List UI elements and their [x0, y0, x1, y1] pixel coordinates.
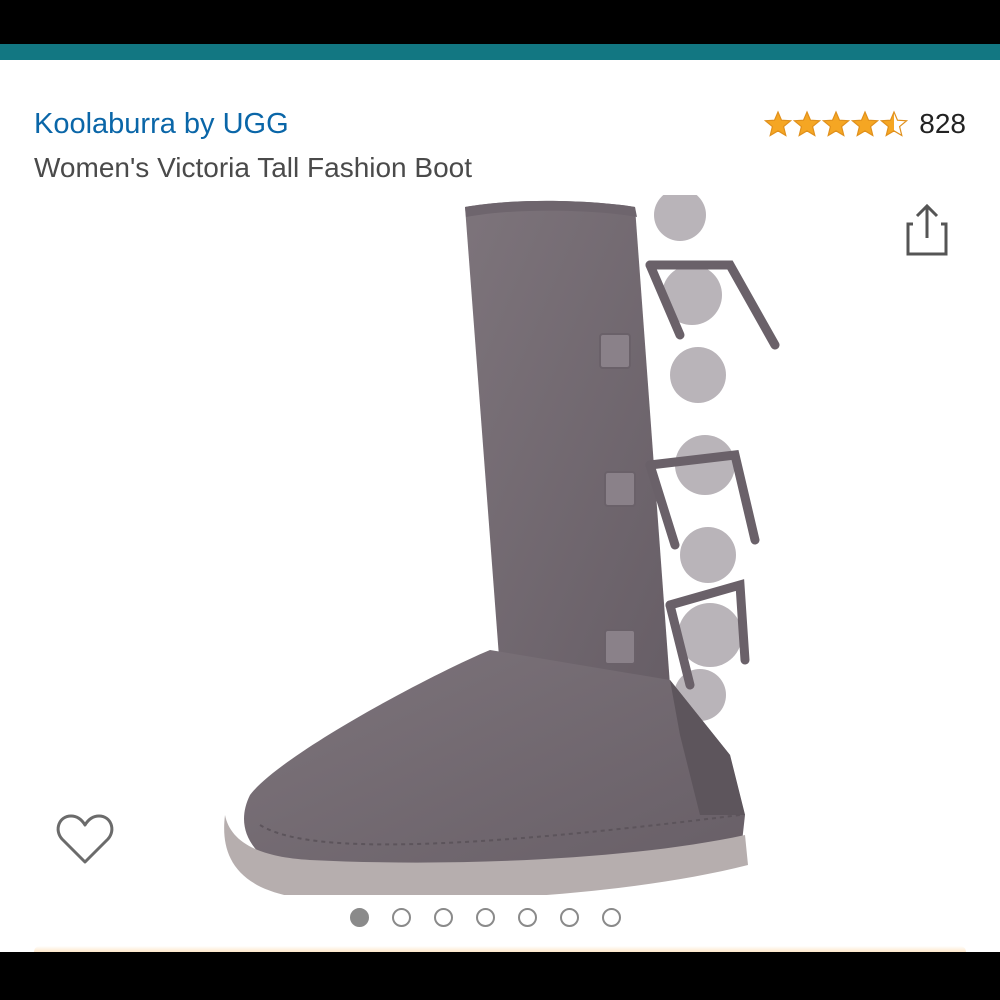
gallery-dot[interactable]: [476, 908, 495, 927]
gallery-dot[interactable]: [560, 908, 579, 927]
wishlist-button[interactable]: [56, 812, 114, 866]
gallery-dot[interactable]: [602, 908, 621, 927]
gallery-dot[interactable]: [350, 908, 369, 927]
share-button[interactable]: [904, 200, 950, 258]
brand-link[interactable]: Koolaburra by UGG: [34, 104, 289, 144]
share-icon: [906, 203, 948, 256]
star-icon: [793, 110, 822, 137]
gallery-dot[interactable]: [434, 908, 453, 927]
gallery-pagination: [350, 908, 621, 927]
heart-icon: [56, 814, 114, 864]
buy-box-edge: [34, 946, 966, 952]
product-image[interactable]: [200, 189, 780, 902]
rating-stars: [764, 110, 909, 138]
header-accent-bar: [0, 44, 1000, 60]
rating-summary[interactable]: 828: [764, 104, 966, 144]
product-title: Women's Victoria Tall Fashion Boot: [34, 152, 473, 183]
screen: Koolaburra by UGG Women's Victoria Tall …: [0, 0, 1000, 1000]
product-detail-panel: Koolaburra by UGG Women's Victoria Tall …: [0, 60, 1000, 952]
star-icon: [822, 110, 851, 137]
gallery-dot[interactable]: [518, 908, 537, 927]
star-icon: [851, 110, 880, 137]
star-icon: [880, 110, 909, 137]
gallery-dot[interactable]: [392, 908, 411, 927]
review-count: 828: [919, 108, 966, 139]
star-icon: [764, 110, 793, 137]
boot-image: [224, 189, 780, 902]
